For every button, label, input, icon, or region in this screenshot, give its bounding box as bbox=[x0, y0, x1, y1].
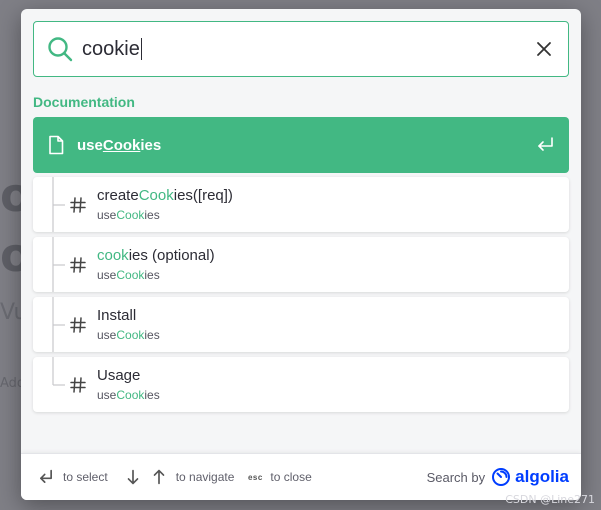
search-query-text: cookie bbox=[82, 37, 140, 60]
search-bar[interactable]: cookie bbox=[33, 21, 569, 77]
search-hit-child[interactable]: createCookies([req]) useCookies bbox=[33, 177, 569, 232]
algolia-logo: algolia bbox=[491, 467, 569, 487]
tree-branch-icon bbox=[52, 237, 65, 292]
hit-title: createCookies([req]) bbox=[97, 187, 233, 204]
hit-path: useCookies bbox=[97, 208, 160, 222]
enter-key-icon bbox=[40, 469, 52, 483]
algolia-icon bbox=[492, 468, 511, 486]
clear-search-button[interactable] bbox=[524, 29, 564, 69]
close-icon bbox=[537, 42, 551, 56]
select-hint: to select bbox=[63, 470, 108, 484]
search-hit-child[interactable]: Usage useCookies bbox=[33, 357, 569, 412]
search-input[interactable]: cookie bbox=[82, 38, 524, 61]
hit-path: useCookies bbox=[97, 268, 160, 282]
hit-path: useCookies bbox=[97, 388, 160, 402]
watermark: CSDN @Line271 bbox=[505, 493, 595, 506]
search-modal: cookie Documentation useCookies createCo… bbox=[21, 9, 581, 500]
text-caret bbox=[140, 38, 143, 60]
hit-title: useCookies bbox=[77, 136, 162, 154]
tree-branch-icon bbox=[52, 297, 65, 352]
esc-key: esc bbox=[247, 472, 263, 482]
navigate-hint: to navigate bbox=[175, 470, 235, 484]
search-by-label: Search by bbox=[426, 469, 486, 485]
enter-icon bbox=[538, 137, 553, 151]
section-title: Documentation bbox=[33, 94, 135, 110]
search-hit-child[interactable]: cookies (optional) useCookies bbox=[33, 237, 569, 292]
hash-icon bbox=[70, 197, 86, 213]
hash-icon bbox=[70, 317, 86, 333]
algolia-wordmark: algolia bbox=[515, 467, 569, 486]
search-footer: to select to navigate esc to close Searc… bbox=[21, 453, 581, 500]
close-hint: to close bbox=[270, 470, 312, 484]
hit-title: Install bbox=[97, 307, 137, 324]
hash-icon bbox=[70, 377, 86, 393]
tree-branch-end-icon bbox=[52, 357, 65, 386]
search-icon bbox=[48, 37, 73, 62]
document-icon bbox=[49, 135, 64, 155]
arrow-up-key-icon bbox=[153, 469, 165, 485]
search-hit-selected[interactable]: useCookies bbox=[33, 117, 569, 173]
hit-title: cookies (optional) bbox=[97, 247, 215, 264]
hit-path: useCookies bbox=[97, 328, 160, 342]
hit-title: Usage bbox=[97, 367, 141, 384]
search-hit-child[interactable]: Install useCookies bbox=[33, 297, 569, 352]
arrow-down-key-icon bbox=[127, 469, 139, 485]
tree-branch-icon bbox=[52, 177, 65, 232]
hash-icon bbox=[70, 257, 86, 273]
search-by-algolia[interactable]: Search by algolia bbox=[427, 467, 581, 487]
